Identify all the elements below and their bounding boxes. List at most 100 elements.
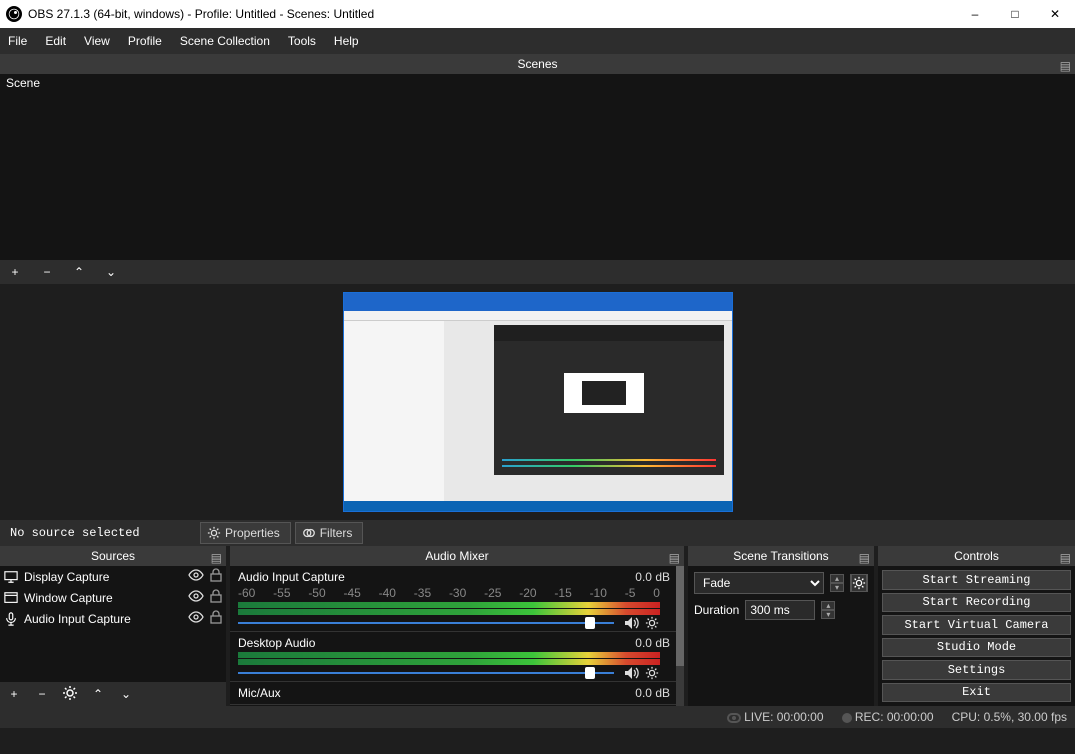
scene-add-button[interactable]: + (6, 265, 24, 279)
transitions-dock: Scene Transitions▤ Fade ▴▾ Duration ▴▾ (688, 546, 874, 706)
level-meter (238, 659, 660, 665)
channel-name: Desktop Audio (238, 636, 635, 650)
sources-list[interactable]: Display Capture Window Capture Audio Input… (0, 566, 226, 682)
maximize-button[interactable]: □ (995, 0, 1035, 28)
sources-dock: Sources ▤ Display Capture Window Capture Au… (0, 546, 226, 706)
cpu-status: CPU: 0.5%, 30.00 fps (952, 710, 1067, 724)
menu-help[interactable]: Help (334, 34, 359, 48)
source-settings-button[interactable] (62, 685, 78, 704)
mic-icon (4, 612, 18, 626)
settings-button[interactable]: Settings (882, 660, 1071, 680)
start-virtual-camera-button[interactable]: Start Virtual Camera (882, 615, 1071, 635)
filters-button[interactable]: Filters (295, 522, 364, 544)
menu-tools[interactable]: Tools (288, 34, 316, 48)
mixer-popout-icon[interactable]: ▤ (669, 548, 680, 568)
speaker-icon[interactable] (624, 665, 640, 681)
transitions-popout-icon[interactable]: ▤ (859, 548, 870, 568)
controls-popout-icon[interactable]: ▤ (1060, 548, 1071, 568)
preview-capture-content (343, 292, 733, 512)
source-row[interactable]: Display Capture (0, 566, 226, 587)
sources-toolbar: + − ⌃ ⌄ (0, 682, 226, 706)
close-button[interactable]: ✕ (1035, 0, 1075, 28)
visibility-toggle-icon[interactable] (188, 611, 204, 626)
transition-duration-input[interactable] (745, 600, 815, 620)
controls-title: Controls (954, 549, 999, 563)
audio-mixer-dock: Audio Mixer ▤ Audio Input Capture0.0 dB-6… (230, 546, 684, 706)
window-icon (4, 591, 18, 605)
menu-scene-collection[interactable]: Scene Collection (180, 34, 270, 48)
studio-mode-button[interactable]: Studio Mode (882, 638, 1071, 658)
speaker-icon[interactable] (624, 615, 640, 631)
menu-edit[interactable]: Edit (45, 34, 66, 48)
transition-type-select[interactable]: Fade (694, 572, 824, 594)
mixer-scrollbar[interactable] (676, 566, 684, 706)
source-row[interactable]: Audio Input Capture (0, 608, 226, 629)
scene-item[interactable]: Scene (0, 74, 1075, 92)
live-status: LIVE: 00:00:00 (744, 710, 823, 724)
source-move-down-button[interactable]: ⌄ (118, 687, 134, 701)
channel-name: Mic/Aux (238, 686, 635, 700)
source-row[interactable]: Window Capture (0, 587, 226, 608)
channel-settings-icon[interactable] (644, 615, 660, 631)
minimize-button[interactable]: – (955, 0, 995, 28)
scenes-panel-header: Scenes ▤ (0, 54, 1075, 74)
menu-profile[interactable]: Profile (128, 34, 162, 48)
channel-settings-icon[interactable] (644, 665, 660, 681)
visibility-toggle-icon[interactable] (188, 590, 204, 605)
menu-file[interactable]: File (8, 34, 27, 48)
volume-slider[interactable] (238, 619, 660, 627)
scenes-list[interactable]: Scene (0, 74, 1075, 260)
exit-button[interactable]: Exit (882, 683, 1071, 703)
source-remove-button[interactable]: − (34, 687, 50, 701)
mixer-channel: Mic/Aux0.0 dB (230, 682, 684, 705)
no-source-selected-label: No source selected (0, 526, 200, 540)
status-bar: LIVE: 00:00:00 REC: 00:00:00 CPU: 0.5%, … (0, 706, 1075, 728)
channel-name: Audio Input Capture (238, 570, 635, 584)
scenes-toolbar: + − ⌃ ⌄ (0, 260, 1075, 284)
channel-db: 0.0 dB (635, 636, 670, 650)
source-toolbar: No source selected Properties Filters (0, 520, 1075, 546)
source-add-button[interactable]: + (6, 687, 22, 701)
scene-move-up-button[interactable]: ⌃ (70, 265, 88, 279)
sources-popout-icon[interactable]: ▤ (211, 548, 222, 568)
filters-icon (302, 526, 316, 540)
sources-title: Sources (91, 549, 135, 563)
lock-toggle-icon[interactable] (210, 610, 222, 627)
window-titlebar: OBS 27.1.3 (64-bit, windows) - Profile: … (0, 0, 1075, 28)
scene-move-down-button[interactable]: ⌄ (102, 265, 120, 279)
duration-spin[interactable]: ▴▾ (821, 601, 835, 619)
bottom-docks: Sources ▤ Display Capture Window Capture Au… (0, 546, 1075, 706)
scenes-popout-icon[interactable]: ▤ (1060, 56, 1071, 76)
scene-remove-button[interactable]: − (38, 265, 56, 279)
main-menubar: File Edit View Profile Scene Collection … (0, 28, 1075, 54)
transition-duration-label: Duration (694, 603, 739, 617)
scenes-panel-title: Scenes (517, 57, 557, 71)
lock-toggle-icon[interactable] (210, 568, 222, 585)
transition-spin[interactable]: ▴▾ (830, 574, 844, 592)
live-indicator-icon (727, 713, 741, 723)
volume-slider[interactable] (238, 669, 660, 677)
window-title: OBS 27.1.3 (64-bit, windows) - Profile: … (28, 7, 955, 21)
preview-area[interactable] (0, 284, 1075, 520)
start-streaming-button[interactable]: Start Streaming (882, 570, 1071, 590)
source-name: Audio Input Capture (24, 612, 182, 626)
transition-settings-button[interactable] (850, 574, 868, 592)
level-meter (238, 652, 660, 658)
rec-indicator-icon (842, 713, 852, 723)
start-recording-button[interactable]: Start Recording (882, 593, 1071, 613)
visibility-toggle-icon[interactable] (188, 569, 204, 584)
channel-db: 0.0 dB (635, 570, 670, 584)
monitor-icon (4, 570, 18, 584)
mixer-channel: Audio Input Capture0.0 dB-60-55-50-45-40… (230, 566, 684, 632)
menu-view[interactable]: View (84, 34, 110, 48)
properties-button[interactable]: Properties (200, 522, 291, 544)
gear-icon (207, 526, 221, 540)
source-name: Display Capture (24, 570, 182, 584)
mixer-channel: Desktop Audio0.0 dB (230, 632, 684, 682)
mixer-list: Audio Input Capture0.0 dB-60-55-50-45-40… (230, 566, 684, 706)
lock-toggle-icon[interactable] (210, 589, 222, 606)
mixer-title: Audio Mixer (425, 549, 488, 563)
source-name: Window Capture (24, 591, 182, 605)
source-move-up-button[interactable]: ⌃ (90, 687, 106, 701)
controls-dock: Controls ▤ Start Streaming Start Recording… (878, 546, 1075, 706)
